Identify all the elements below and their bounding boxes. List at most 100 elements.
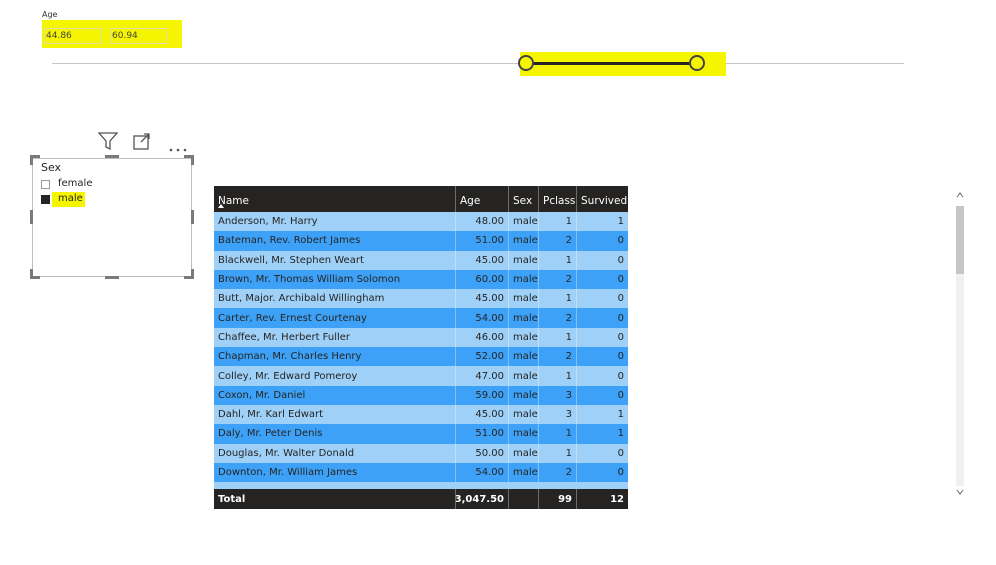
table-scrollbar[interactable] <box>956 188 964 500</box>
cell-name: Blackwell, Mr. Stephen Weart <box>214 250 456 270</box>
cell-name: Colley, Mr. Edward Pomeroy <box>214 366 456 386</box>
cell-name: Brown, Mr. Thomas William Solomon <box>214 269 456 290</box>
table-row[interactable]: Carter, Rev. Ernest Courtenay 54.00 male 2 0 <box>214 308 628 328</box>
cell-pclass: 1 <box>539 250 577 270</box>
age-max-value: 60.94 <box>112 31 138 41</box>
cell-name: Chapman, Mr. Charles Henry <box>214 347 456 367</box>
cell-name: Chaffee, Mr. Herbert Fuller <box>214 327 456 348</box>
filter-icon[interactable] <box>97 131 119 155</box>
cell-survived: 0 <box>617 389 624 401</box>
cell-pclass: 1 <box>539 366 577 386</box>
cell-age: 51.00 <box>456 424 509 444</box>
male-checkbox[interactable] <box>41 195 50 204</box>
table-row[interactable]: Blackwell, Mr. Stephen Weart 45.00 male 1 0 <box>214 250 628 270</box>
cell-pclass: 2 <box>539 269 577 290</box>
table-row[interactable]: Anderson, Mr. Harry 48.00 male 1 1 <box>214 212 628 232</box>
table-row[interactable]: Colley, Mr. Edward Pomeroy 47.00 male 1 0 <box>214 366 628 386</box>
cell-sex: male <box>509 327 539 348</box>
cell-survived: 1 <box>617 428 624 440</box>
scroll-thumb <box>956 206 964 274</box>
age-slicer-title: Age <box>42 10 58 19</box>
column-header-sex[interactable]: Sex <box>509 186 539 212</box>
resize-handle[interactable] <box>30 210 33 224</box>
table-row[interactable]: Chaffee, Mr. Herbert Fuller 46.00 male 1 0 <box>214 327 628 348</box>
cell-name: Butt, Major. Archibald Willingham <box>214 289 456 309</box>
table-row[interactable]: Douglas, Mr. Walter Donald 50.00 male 1 0 <box>214 443 628 463</box>
column-header-name[interactable]: Name <box>214 186 456 212</box>
passenger-table: Name Age Sex Pclass Survived Anderson, M… <box>214 186 628 510</box>
cell-survived: 1 <box>617 409 624 421</box>
cell-age: 45.00 <box>456 404 509 425</box>
female-option-label[interactable]: female <box>58 178 92 189</box>
cell-pclass: 1 <box>539 289 577 309</box>
age-slider-max-handle[interactable] <box>689 55 705 71</box>
cell-sex: male <box>509 385 539 405</box>
cell-pclass: 2 <box>539 231 577 251</box>
table-row[interactable]: Daly, Mr. Peter Denis 51.00 male 1 1 <box>214 424 628 444</box>
cell-name: Dahl, Mr. Karl Edwart <box>214 404 456 425</box>
cell-pclass: 1 <box>539 212 577 232</box>
age-slider-min-handle[interactable] <box>518 55 534 71</box>
cell-sex: male <box>509 347 539 367</box>
cell-sex: male <box>509 404 539 425</box>
table-row[interactable]: Coxon, Mr. Daniel 59.00 male 3 0 <box>214 385 628 405</box>
cell-pclass: 1 <box>539 443 577 463</box>
cell-name: Anderson, Mr. Harry <box>214 212 456 232</box>
resize-handle[interactable] <box>30 155 33 165</box>
cell-age: 45.00 <box>456 289 509 309</box>
female-checkbox[interactable] <box>41 180 50 189</box>
resize-handle[interactable] <box>191 210 194 224</box>
cell-pclass: 1 <box>539 327 577 348</box>
age-min-input[interactable]: 44.86 <box>44 28 102 44</box>
cell-survived: 0 <box>617 331 624 343</box>
table-row[interactable]: Chapman, Mr. Charles Henry 52.00 male 2 0 <box>214 347 628 367</box>
cell-age: 45.00 <box>456 250 509 270</box>
male-option-label[interactable]: male <box>58 193 83 204</box>
column-header-pclass[interactable]: Pclass <box>539 186 577 212</box>
table-row[interactable]: Downton, Mr. William James 54.00 male 2 0 <box>214 462 628 483</box>
resize-handle[interactable] <box>191 155 194 165</box>
cell-pclass: 3 <box>539 385 577 405</box>
age-max-input[interactable]: 60.94 <box>110 28 168 44</box>
total-label: Total <box>214 489 456 510</box>
table-row[interactable]: Brown, Mr. Thomas William Solomon 60.00 ma… <box>214 269 628 290</box>
table-row[interactable]: Bateman, Rev. Robert James 51.00 male 2 0 <box>214 231 628 251</box>
cell-survived: 0 <box>617 370 624 382</box>
resize-handle[interactable] <box>105 276 119 279</box>
cell-survived: 0 <box>617 447 624 459</box>
cell-age: 46.00 <box>456 327 509 348</box>
cell-age: 52.00 <box>456 347 509 367</box>
sex-slicer[interactable] <box>32 158 192 277</box>
cell-survived: 0 <box>617 293 624 305</box>
table-body: Anderson, Mr. Harry 48.00 male 1 1 Bateman, R… <box>214 212 628 483</box>
resize-handle[interactable] <box>105 155 119 158</box>
focus-mode-icon[interactable] <box>133 133 151 154</box>
cell-sex: male <box>509 424 539 444</box>
cell-sex: male <box>509 269 539 290</box>
cell-sex: male <box>509 231 539 251</box>
cell-pclass: 3 <box>539 404 577 425</box>
cell-pclass: 2 <box>539 462 577 483</box>
column-header-survived[interactable]: Survived <box>577 186 628 212</box>
cell-age: 47.00 <box>456 366 509 386</box>
cell-sex: male <box>509 462 539 483</box>
cell-sex: male <box>509 289 539 309</box>
cell-survived: 0 <box>617 351 624 363</box>
cell-sex: male <box>509 308 539 328</box>
sort-ascending-icon <box>218 204 224 208</box>
age-slider-track[interactable] <box>52 63 904 64</box>
table-row[interactable]: Butt, Major. Archibald Willingham 45.00 ma… <box>214 289 628 309</box>
table-header: Name Age Sex Pclass Survived <box>214 186 628 212</box>
cell-name: Daly, Mr. Peter Denis <box>214 424 456 444</box>
table-total-row: Total 3,047.50 99 12 <box>214 489 628 510</box>
cell-age: 60.00 <box>456 269 509 290</box>
resize-handle[interactable] <box>191 269 194 279</box>
cell-name: Downton, Mr. William James <box>214 462 456 483</box>
column-header-age[interactable]: Age <box>456 186 509 212</box>
cell-name: Douglas, Mr. Walter Donald <box>214 443 456 463</box>
table-row[interactable]: Dahl, Mr. Karl Edwart 45.00 male 3 1 <box>214 404 628 425</box>
total-survived: 12 <box>610 493 624 505</box>
cell-survived: 0 <box>617 312 624 324</box>
resize-handle[interactable] <box>30 269 33 279</box>
cell-name: Carter, Rev. Ernest Courtenay <box>214 308 456 328</box>
